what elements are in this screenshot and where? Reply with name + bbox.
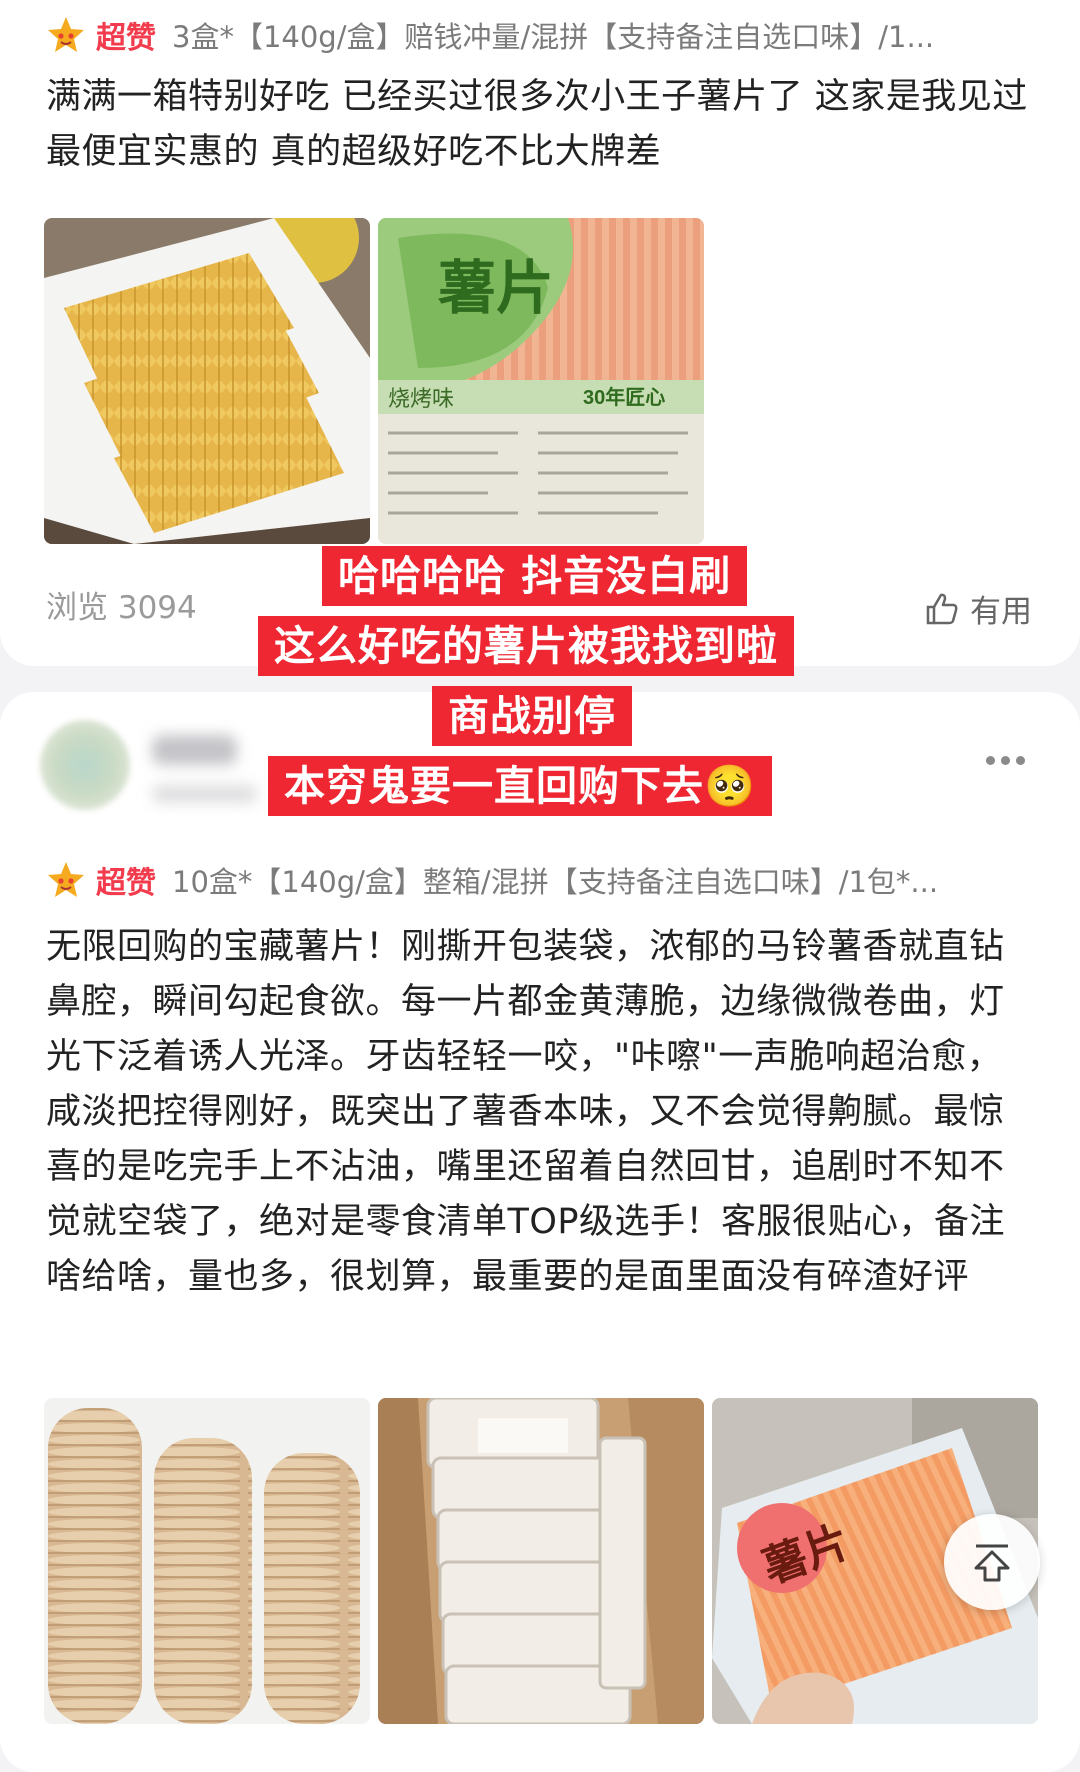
chips-tray-photo[interactable] [44, 218, 370, 544]
rating-label: 超赞 [96, 866, 156, 901]
svg-text:30年匠心: 30年匠心 [583, 385, 665, 409]
star-face-icon [46, 860, 86, 900]
caption-line-4: 本穷鬼要一直回购下去🥺 [268, 756, 773, 816]
view-count: 浏览 3094 [46, 590, 197, 626]
review-text: 无限回购的宝藏薯片！刚撕开包装袋，浓郁的马铃薯香就直钻鼻腔，瞬间勾起食欲。每一片… [46, 927, 1006, 1297]
rating-row: 超赞 10盒*【140g/盒】整箱/混拼【支持备注自选口味】/1包*... [46, 855, 1012, 905]
more-dots-icon[interactable] [986, 756, 1025, 765]
box-of-trays-photo[interactable] [378, 1398, 704, 1724]
rating-row: 超赞 3盒*【140g/盒】赔钱冲量/混拼【支持备注自选口味】/1... [46, 10, 952, 60]
date-blurred [152, 785, 257, 803]
avatar[interactable] [40, 720, 130, 810]
svg-text:薯片: 薯片 [438, 256, 554, 321]
svg-text:烧烤味: 烧烤味 [388, 386, 454, 411]
rating-label: 超赞 [96, 21, 156, 56]
useful-button[interactable]: 有用 [924, 586, 1032, 631]
caption-line-3: 商战别停 [432, 686, 632, 746]
chips-stacks-photo[interactable] [44, 1398, 370, 1724]
useful-label: 有用 [970, 594, 1032, 630]
chips-package-photo[interactable]: 薯片 烧烤味 30年匠心 [378, 218, 704, 544]
product-spec[interactable]: 3盒*【140g/盒】赔钱冲量/混拼【支持备注自选口味】/1... [172, 14, 952, 56]
product-spec[interactable]: 10盒*【140g/盒】整箱/混拼【支持备注自选口味】/1包*... [172, 859, 1012, 901]
caption-line-1: 哈哈哈哈 抖音没白刷 [322, 546, 748, 606]
review-text: 满满一箱特别好吃 已经买过很多次小王子薯片了 这家是我见过最便宜实惠的 真的超级… [46, 77, 1028, 172]
caption-line-2: 这么好吃的薯片被我找到啦 [258, 616, 794, 676]
star-face-icon [46, 15, 86, 55]
thumbs-up-icon [926, 593, 958, 624]
username-blurred [152, 735, 237, 765]
scroll-top-icon[interactable] [944, 1514, 1040, 1610]
